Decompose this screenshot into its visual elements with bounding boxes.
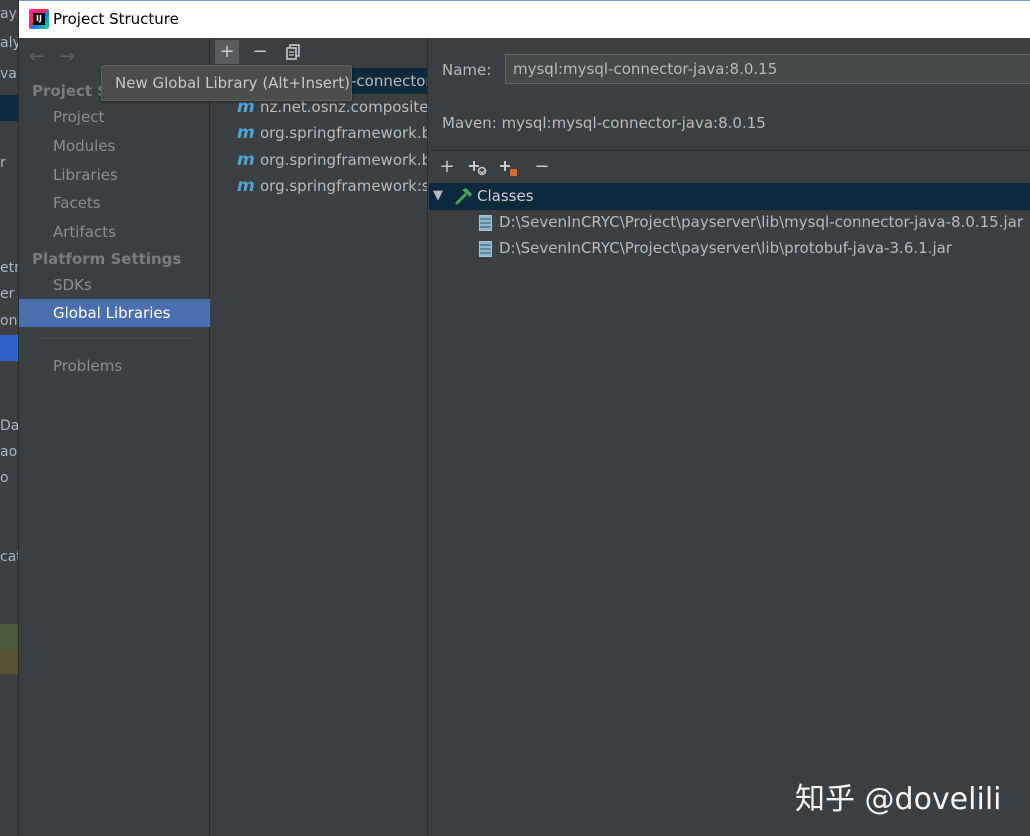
nav-divider [37,338,195,339]
attach-files-button[interactable] [466,155,490,179]
bg-text: r [0,155,6,171]
bg-text: on [0,313,17,329]
maven-coordinates: Maven: mysql:mysql-connector-java:8.0.15 [442,114,766,132]
bg-text: va [0,66,17,82]
list-item[interactable]: m org.springframework:sp [211,173,428,199]
list-item[interactable]: m org.springframework.b [211,120,428,146]
nav-item-libraries[interactable]: Libraries [19,161,210,189]
nav-item-project[interactable]: Project [19,103,210,131]
add-special-button[interactable] [497,155,521,179]
window-title: Project Structure [53,10,179,28]
maven-icon: m [237,173,255,199]
bg-text: ays [0,6,19,22]
library-name: -connector [351,68,428,94]
bg-text: ao [0,444,17,460]
add-attach-icon [467,157,489,177]
hammer-icon [454,187,474,205]
bg-text: o [0,470,9,486]
bg-text: etr [0,260,19,276]
bg-text: er [0,286,14,302]
nav-item-sdks[interactable]: SDKs [19,271,210,299]
add-library-button[interactable]: + [215,40,239,64]
list-item[interactable]: m org.springframework.b [211,147,428,173]
back-arrow-icon[interactable]: ← [29,46,49,66]
bg-text: aly [0,35,19,51]
title-bar[interactable]: IJ Project Structure [19,0,1030,38]
bg-highlight [0,624,19,650]
copy-library-button[interactable] [281,40,305,64]
nav-item-problems[interactable]: Problems [19,352,210,380]
bg-text: Da [0,418,19,434]
nav-item-facets[interactable]: Facets [19,189,210,217]
jar-file-icon [479,241,492,257]
library-name: org.springframework:sp [260,173,428,199]
tooltip: New Global Library (Alt+Insert) [101,65,352,101]
add-jar-icon [498,157,520,177]
global-library-list: + − -connector m nz.net.osnz.composite: … [211,38,428,836]
remove-classes-button[interactable]: − [530,155,554,179]
bg-text: cat [0,549,19,565]
bg-highlight [0,650,19,674]
library-name: org.springframework.b [260,120,428,146]
forward-arrow-icon[interactable]: → [60,46,80,66]
nav-item-artifacts[interactable]: Artifacts [19,218,210,246]
name-label: Name: [442,61,491,79]
nav-item-global-libraries[interactable]: Global Libraries [19,299,210,327]
remove-library-button[interactable]: − [248,40,272,64]
library-detail-panel: Name: Maven: mysql:mysql-connector-java:… [429,38,1030,836]
tree-item-jar[interactable]: D:\SevenInCRYC\Project\payserver\lib\pro… [429,236,1030,262]
intellij-logo-icon: IJ [29,9,49,29]
library-name: org.springframework.b [260,147,428,173]
bg-selection [0,335,19,361]
add-classes-button[interactable]: + [435,155,459,179]
jar-file-icon [479,215,492,231]
project-structure-dialog: IJ Project Structure ← → Project Se Proj… [19,0,1030,836]
tree-node-classes[interactable]: ▼ Classes [429,183,1030,210]
library-name-input[interactable] [505,54,1030,84]
maven-icon: m [237,147,255,173]
nav-item-modules[interactable]: Modules [19,132,210,160]
jar-path: D:\SevenInCRYC\Project\payserver\lib\pro… [499,239,952,257]
copy-icon [285,44,301,60]
jar-path: D:\SevenInCRYC\Project\payserver\lib\mys… [499,213,1023,231]
settings-nav: ← → Project Se Project Modules Libraries… [19,38,210,836]
divider [429,150,1030,151]
bg-selection [0,95,19,121]
tree-node-label: Classes [477,187,534,205]
maven-icon: m [237,120,255,146]
tree-item-jar[interactable]: D:\SevenInCRYC\Project\payserver\lib\mys… [429,210,1030,236]
section-header-platform-settings: Platform Settings [32,250,181,268]
background-window: ays aly va r etr er on Da ao o cat [0,0,19,836]
watermark: 知乎 @dovelili [795,774,1001,818]
collapse-arrow-icon[interactable]: ▼ [433,188,443,203]
